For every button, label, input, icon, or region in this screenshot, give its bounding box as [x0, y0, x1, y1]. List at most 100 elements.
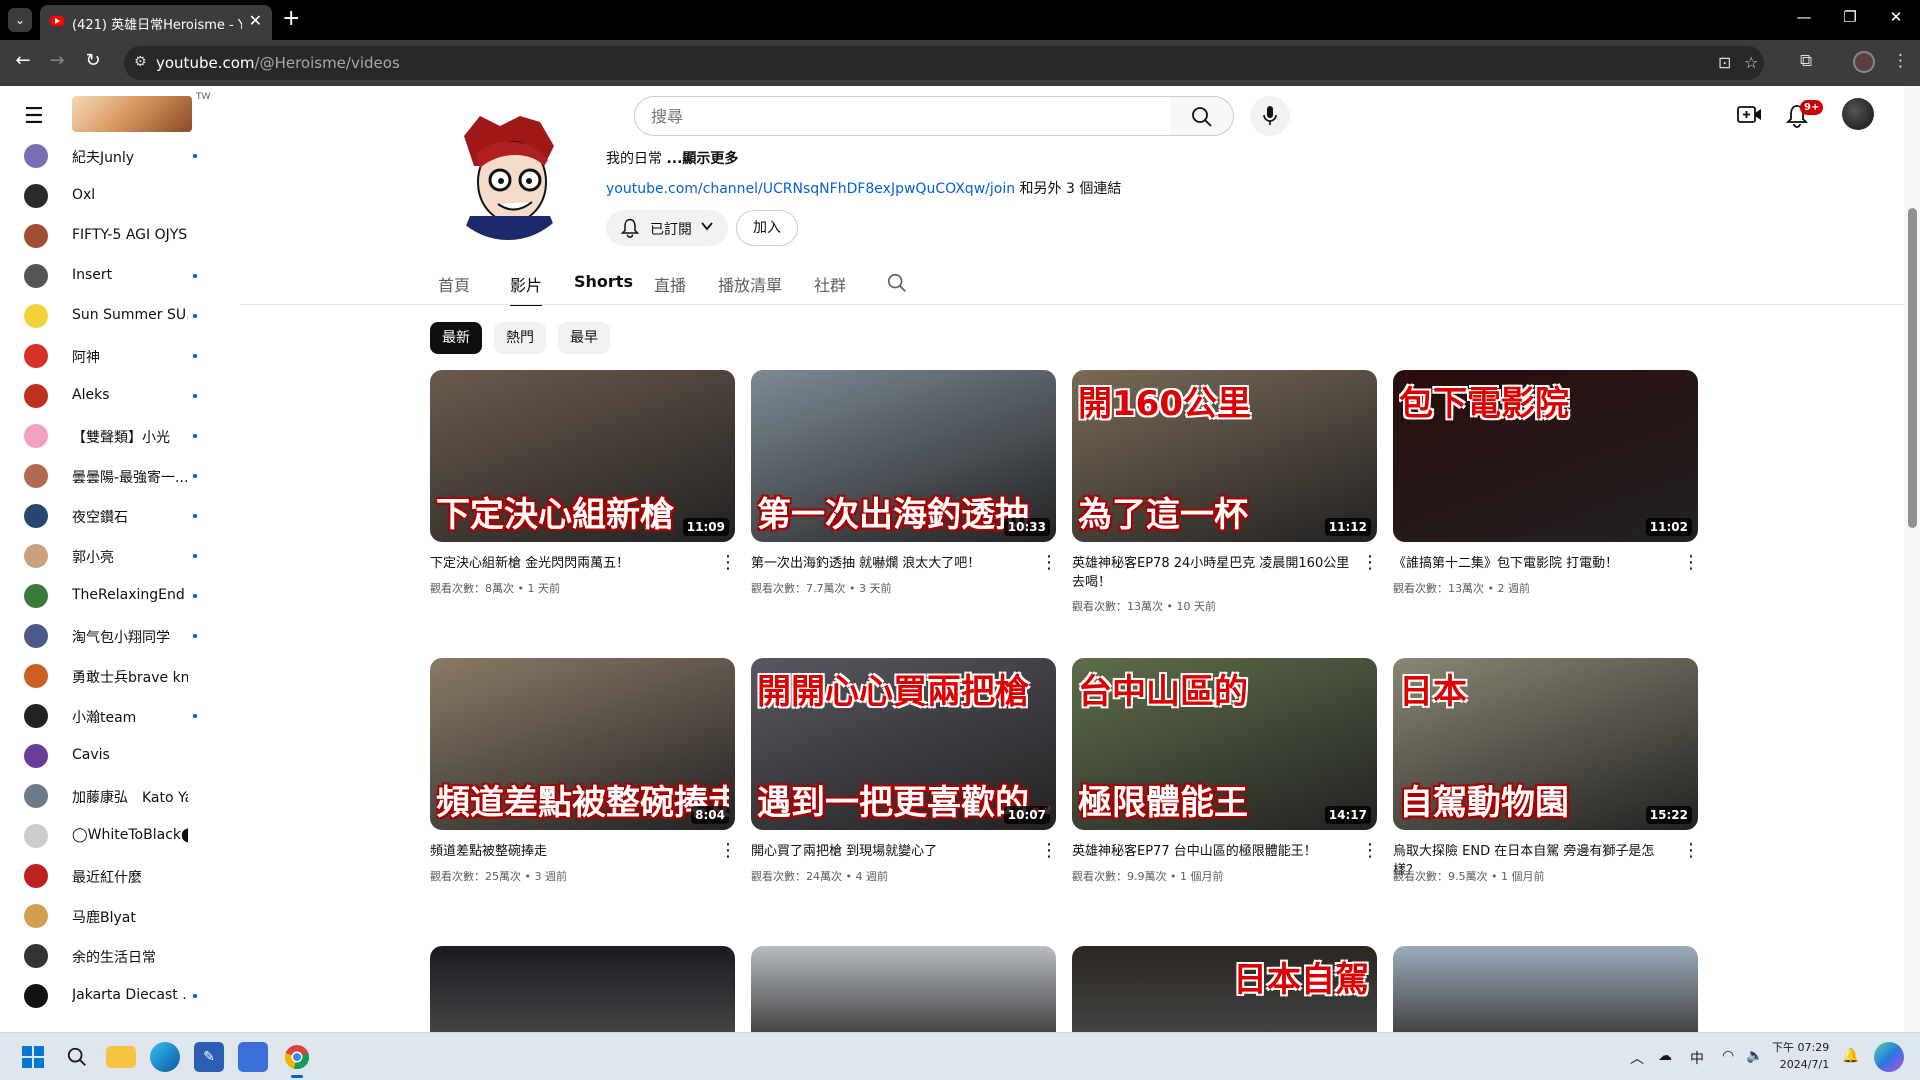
video-thumbnail[interactable]: 第一次出海釣透抽 10:33 — [751, 370, 1056, 542]
search-input[interactable] — [635, 97, 1170, 135]
file-explorer-icon[interactable] — [106, 1046, 136, 1068]
video-thumbnail[interactable]: 為了這一杯 開160公里 11:12 — [1072, 370, 1377, 542]
tab-community[interactable]: 社群 — [814, 272, 846, 308]
address-bar[interactable]: ⚙ youtube.com/@Heroisme/videos ⊡ ☆ — [124, 46, 1764, 80]
sidebar-subscription-item[interactable]: Sun Summer SU... — [24, 296, 204, 336]
video-title[interactable]: 頻道差點被整碗捧走 — [430, 842, 708, 861]
video-thumbnail-partial[interactable]: 日本自駕 — [1072, 946, 1377, 1032]
more-options-icon[interactable]: ⋮ — [719, 554, 737, 572]
sidebar-subscription-item[interactable]: 最近紅什麼 — [24, 856, 204, 896]
profile-avatar[interactable] — [1853, 51, 1875, 73]
video-thumbnail[interactable]: 自駕動物園 日本 15:22 — [1393, 658, 1698, 830]
chrome-icon[interactable] — [282, 1042, 312, 1078]
create-video-button[interactable] — [1737, 104, 1763, 130]
sidebar-subscription-item[interactable]: Oxl — [24, 176, 204, 216]
chip-oldest[interactable]: 最早 — [558, 322, 610, 354]
extensions-icon[interactable]: ⧉ — [1800, 51, 1812, 71]
tab-home[interactable]: 首頁 — [438, 272, 470, 308]
channel-search-button[interactable] — [886, 272, 908, 298]
sidebar-subscription-item[interactable]: Insert — [24, 256, 204, 296]
volume-icon[interactable]: 🔈 — [1746, 1048, 1763, 1064]
bookmark-star-icon[interactable]: ☆ — [1744, 53, 1758, 72]
chip-popular[interactable]: 熱門 — [494, 322, 546, 354]
install-app-icon[interactable]: ⊡ — [1718, 53, 1731, 72]
restore-icon[interactable]: ❐ — [1840, 8, 1860, 26]
sidebar-subscription-item[interactable]: TheRelaxingEnd — [24, 576, 204, 616]
video-thumbnail[interactable]: 頻道差點被整碗捧走 8:04 — [430, 658, 735, 830]
browser-tab-active[interactable]: (421) 英雄日常Heroisme - YouTube ✕ — [40, 5, 272, 40]
input-method-indicator[interactable]: 中 — [1690, 1048, 1704, 1068]
video-title[interactable]: 《誰搞第十二集》包下電影院 打電動！ — [1393, 554, 1671, 573]
scrollbar-thumb[interactable] — [1908, 208, 1917, 528]
tab-live[interactable]: 直播 — [654, 272, 686, 308]
minimize-icon[interactable]: — — [1794, 8, 1814, 26]
video-thumbnail-partial[interactable] — [430, 946, 735, 1032]
reload-icon[interactable]: ↻ — [80, 50, 106, 71]
video-thumbnail[interactable]: 遇到一把更喜歡的... 開開心心買兩把槍 10:07 — [751, 658, 1056, 830]
hamburger-menu-icon[interactable]: ☰ — [24, 104, 44, 129]
notification-bell-icon[interactable]: 🔔 — [1842, 1048, 1859, 1064]
more-options-icon[interactable]: ⋮ — [1040, 554, 1058, 572]
search-button[interactable] — [1170, 96, 1234, 136]
store-icon[interactable] — [238, 1042, 268, 1072]
new-tab-button[interactable]: + — [282, 7, 300, 31]
chip-latest[interactable]: 最新 — [430, 322, 482, 354]
sidebar-subscription-item[interactable]: 阿神 — [24, 336, 204, 376]
sidebar-subscription-item[interactable]: Jakarta Diecast ... — [24, 976, 204, 1016]
tab-close-icon[interactable]: ✕ — [249, 11, 262, 30]
sidebar-subscription-item[interactable]: 紀夫Junly — [24, 136, 204, 176]
sidebar-subscription-item[interactable]: 加藤康弘 Kato Ya... — [24, 776, 204, 816]
video-thumbnail-partial[interactable] — [1393, 946, 1698, 1032]
tray-overflow-icon[interactable]: ︿ — [1630, 1048, 1644, 1068]
video-thumbnail[interactable]: 極限體能王 台中山區的 14:17 — [1072, 658, 1377, 830]
site-info-icon[interactable]: ⚙ — [134, 54, 147, 70]
more-options-icon[interactable]: ⋮ — [1682, 842, 1700, 860]
system-clock[interactable]: 下午 07:29 2024/7/1 — [1772, 1039, 1829, 1073]
sidebar-subscription-item[interactable]: FIFTY-5 AGI OJYSUN — [24, 216, 204, 256]
video-thumbnail[interactable]: 下定決心組新槍 11:09 — [430, 370, 735, 542]
forward-icon[interactable]: → — [44, 50, 70, 71]
video-title[interactable]: 英雄神秘客EP77 台中山區的極限體能王！ — [1072, 842, 1350, 861]
window-close-icon[interactable]: ✕ — [1886, 8, 1906, 26]
sidebar-subscription-item[interactable]: 马鹿Blyat — [24, 896, 204, 936]
channel-banner-logo[interactable] — [72, 96, 192, 132]
channel-description[interactable]: 我的日常 ...顯示更多 — [606, 148, 738, 168]
onedrive-icon[interactable]: ☁ — [1658, 1048, 1672, 1064]
subscribed-button[interactable]: 已訂閱 — [606, 210, 728, 246]
sidebar-subscription-item[interactable]: 曇曇陽-最強寄一... — [24, 456, 204, 496]
sidebar-subscription-item[interactable]: ◯WhiteToBlack⬤ — [24, 816, 204, 856]
sidebar-subscription-item[interactable]: 【雙聲類】小光 — [24, 416, 204, 456]
account-avatar[interactable] — [1842, 98, 1874, 130]
search-icon[interactable] — [62, 1042, 92, 1072]
video-title[interactable]: 第一次出海釣透抽 就嚇爛 浪太大了吧！ — [751, 554, 1029, 573]
video-thumbnail-partial[interactable] — [751, 946, 1056, 1032]
more-options-icon[interactable]: ⋮ — [1361, 554, 1379, 572]
sidebar-subscription-item[interactable]: 勇敢士兵brave knife — [24, 656, 204, 696]
video-title[interactable]: 開心買了兩把槍 到現場就變心了 — [751, 842, 1029, 861]
more-links[interactable]: 和另外 3 個連結 — [1020, 181, 1122, 197]
editor-icon[interactable]: ✎ — [194, 1042, 224, 1072]
more-options-icon[interactable]: ⋮ — [719, 842, 737, 860]
sidebar-subscription-item[interactable]: 小瀚team — [24, 696, 204, 736]
video-title[interactable]: 下定決心組新槍 金光閃閃兩萬五！ — [430, 554, 708, 573]
sidebar-subscription-item[interactable]: 郭小亮 — [24, 536, 204, 576]
channel-avatar[interactable] — [440, 116, 576, 240]
tab-shorts[interactable]: Shorts — [574, 272, 633, 308]
sidebar-subscription-item[interactable]: 淘气包小翔同学 — [24, 616, 204, 656]
tab-search-icon[interactable]: ⌄ — [8, 8, 32, 32]
sidebar-subscription-item[interactable]: Aleks — [24, 376, 204, 416]
voice-search-button[interactable] — [1250, 96, 1290, 136]
copilot-icon[interactable] — [1874, 1042, 1904, 1072]
tab-videos[interactable]: 影片 — [510, 272, 543, 308]
sidebar-subscription-item[interactable]: 余的生活日常 — [24, 936, 204, 976]
video-thumbnail[interactable]: 包下電影院 11:02 — [1393, 370, 1698, 542]
more-options-icon[interactable]: ⋮ — [1361, 842, 1379, 860]
video-title[interactable]: 英雄神秘客EP78 24小時星巴克 凌晨開160公里去喝！ — [1072, 554, 1350, 592]
back-icon[interactable]: ← — [10, 50, 36, 71]
start-icon[interactable] — [18, 1042, 48, 1072]
sidebar-subscription-item[interactable]: Cavis — [24, 736, 204, 776]
sidebar-subscription-item[interactable]: 夜空鑽石 — [24, 496, 204, 536]
tab-playlists[interactable]: 播放清單 — [718, 272, 782, 308]
wifi-icon[interactable]: ◠ — [1722, 1048, 1734, 1064]
edge-icon[interactable] — [150, 1042, 180, 1072]
